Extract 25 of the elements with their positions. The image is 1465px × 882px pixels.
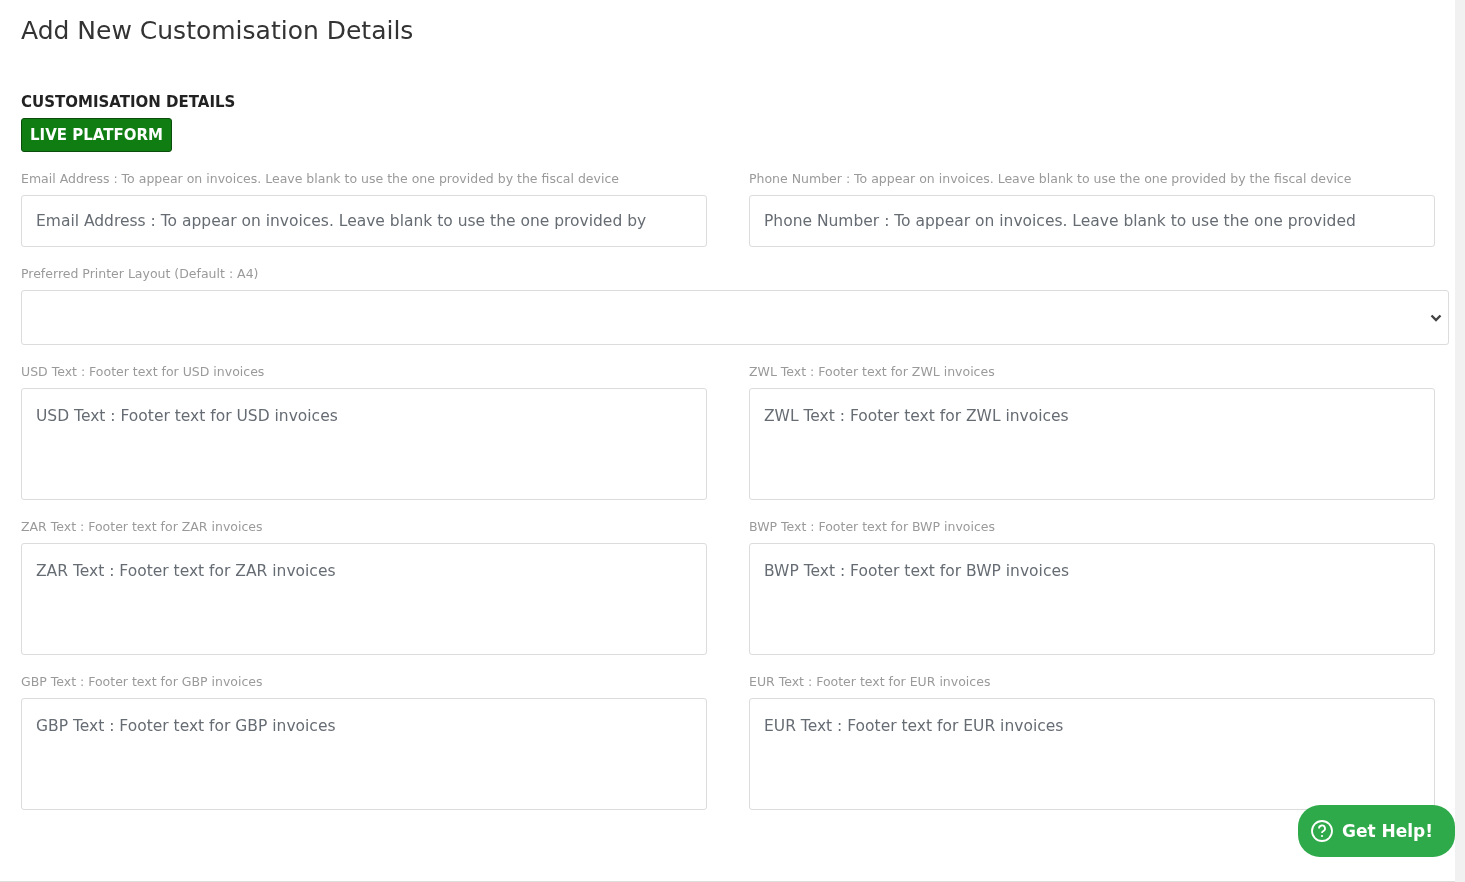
input-field[interactable]: Email Address : To appear on invoices. Leave blank to use the one provided by xyxy=(21,195,707,247)
text-area[interactable]: EUR Text : Footer text for EUR invoices xyxy=(749,698,1435,810)
platform-badge: LIVE PLATFORM xyxy=(21,118,172,152)
field-label: Email Address : To appear on invoices. Leave blank to use the one provided by the fiscal device xyxy=(21,170,620,188)
field-label: ZWL Text : Footer text for ZWL invoices xyxy=(749,363,996,381)
input-field[interactable]: Phone Number : To appear on invoices. Leave blank to use the one provided xyxy=(749,195,1435,247)
field-label: GBP Text : Footer text for GBP invoices xyxy=(21,673,264,691)
field-label: Phone Number : To appear on invoices. Leave blank to use the one provided by the fiscal device xyxy=(749,170,1353,188)
text-area[interactable]: BWP Text : Footer text for BWP invoices xyxy=(749,543,1435,655)
field-label: BWP Text : Footer text for BWP invoices xyxy=(749,518,996,536)
text-area[interactable]: ZWL Text : Footer text for ZWL invoices xyxy=(749,388,1435,500)
chevron-down-icon xyxy=(1430,313,1442,322)
text-area[interactable]: GBP Text : Footer text for GBP invoices xyxy=(21,698,707,810)
scrollbar-track[interactable] xyxy=(1455,0,1465,882)
help-icon xyxy=(1309,819,1334,843)
field-label: EUR Text : Footer text for EUR invoices xyxy=(749,673,992,691)
field-label: Preferred Printer Layout (Default : A4) xyxy=(21,265,260,283)
field-label: USD Text : Footer text for USD invoices xyxy=(21,363,266,381)
select-field[interactable] xyxy=(21,290,1449,345)
page-title: Add New Customisation Details xyxy=(21,16,415,45)
text-area[interactable]: ZAR Text : Footer text for ZAR invoices xyxy=(21,543,707,655)
field-label: ZAR Text : Footer text for ZAR invoices xyxy=(21,518,264,536)
text-area[interactable]: USD Text : Footer text for USD invoices xyxy=(21,388,707,500)
help-button[interactable]: Get Help! xyxy=(1297,805,1455,857)
section-title: CUSTOMISATION DETAILS xyxy=(21,93,237,111)
